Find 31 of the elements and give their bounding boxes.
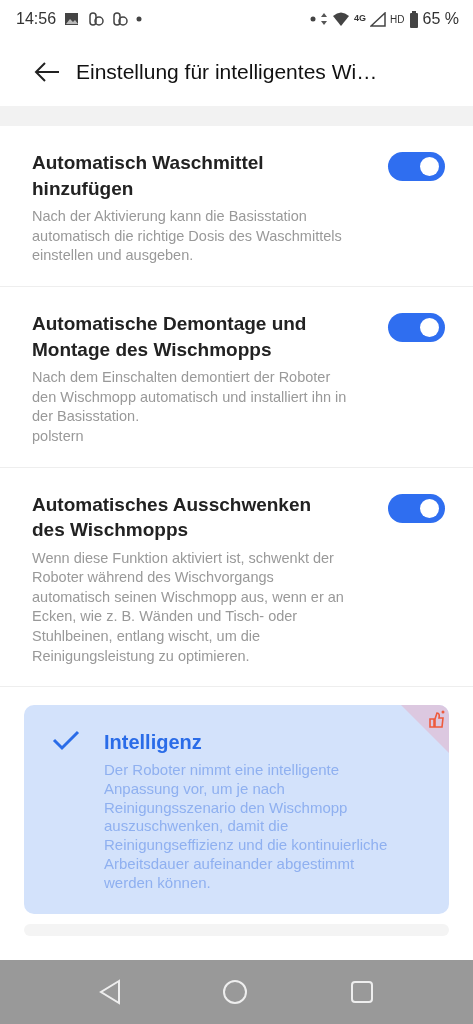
battery-percent: 65 % bbox=[422, 9, 459, 29]
checkmark-icon bbox=[52, 729, 80, 752]
option-title: Intelligenz bbox=[104, 730, 203, 756]
recents-icon[interactable] bbox=[350, 980, 375, 1004]
toggle-switch[interactable] bbox=[388, 152, 445, 181]
setting-description: Nach der Aktivierung kann die Basisstation automatisch die richtige Dosis des Waschmittels einstellen und ausgeben. bbox=[32, 207, 343, 266]
dot-icon bbox=[310, 16, 317, 22]
option-card[interactable] bbox=[24, 705, 449, 915]
app-notification-icon bbox=[88, 11, 105, 27]
app-notification-icon bbox=[112, 11, 129, 27]
setting-description: Wenn diese Funktion aktiviert ist, schwenkt der Roboter während des Wischvorgangs automatisch seinen Wischmopp aus, wenn er an Ecken, wie z. B. Wänden und Tisch- oder Stuhlbeinen, entlang wischt, um die Reinigungsleistung zu optimieren. bbox=[32, 548, 345, 666]
page-title: Einstellung für intelligentes Wi… bbox=[76, 59, 378, 86]
data-arrows-icon bbox=[320, 12, 329, 26]
back-icon[interactable] bbox=[98, 979, 121, 1005]
option-description: Der Roboter nimmt eine intelligente Anpassung vor, um je nach Reinigungsszenario den Wischmopp auszuschwenken, damit die Reinigungseffizienz und die kontinuierliche Arbeitsdauer aufeinander abgestimmt werden können. bbox=[104, 761, 389, 893]
wifi-icon bbox=[332, 11, 351, 27]
hd-label: HD bbox=[390, 12, 405, 27]
clock-time: 14:56 bbox=[16, 9, 57, 29]
dot-icon bbox=[136, 16, 143, 22]
image-notification-icon bbox=[64, 12, 81, 26]
back-arrow-icon[interactable] bbox=[34, 62, 60, 82]
home-icon[interactable] bbox=[222, 979, 249, 1005]
setting-title: Automatisch Waschmittel hinzufügen bbox=[32, 151, 265, 201]
signal-icon bbox=[370, 11, 387, 27]
setting-title: Automatische Demontage und Montage des Wischmopps bbox=[32, 311, 308, 362]
toggle-switch[interactable] bbox=[388, 312, 445, 342]
setting-title: Automatisches Ausschwenken des Wischmopps bbox=[32, 492, 313, 543]
setting-description: Nach dem Einschalten demontiert der Roboter den Wischmopp automatisch und installiert ihn in der Basisstation. polstern bbox=[32, 368, 348, 446]
toggle-switch[interactable] bbox=[388, 493, 445, 523]
network-type: 4G bbox=[354, 12, 367, 26]
battery-icon bbox=[408, 10, 419, 28]
